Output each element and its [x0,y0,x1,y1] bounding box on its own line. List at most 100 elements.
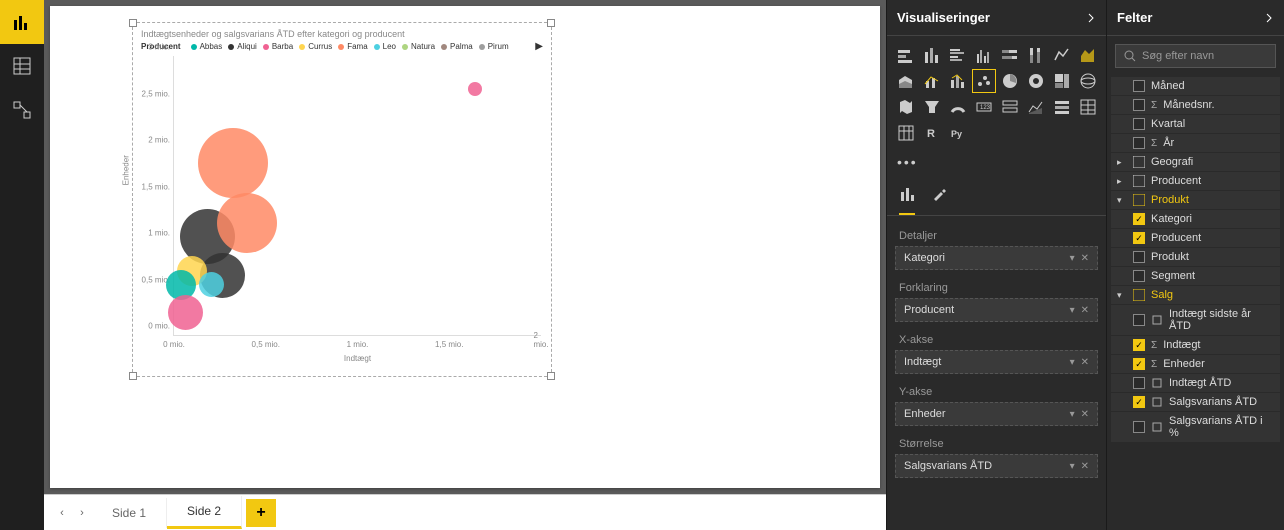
viz-kpi-icon[interactable] [1025,96,1047,118]
legend-scroll-right-icon[interactable]: ▶ [535,41,543,52]
data-bubble[interactable] [468,82,482,96]
viz-area-icon[interactable] [1077,44,1099,66]
format-tab[interactable] [931,186,947,215]
table-geografi[interactable]: ▸Geografi [1111,153,1280,171]
dropdown-icon[interactable]: ▾ [1070,461,1075,472]
page-tab-1[interactable]: Side 1 [92,498,167,528]
x-axis-label: Indtægt [344,354,371,363]
field-produkt-f[interactable]: Produkt [1111,248,1280,266]
data-bubble[interactable] [199,272,224,297]
field-salgsvarians[interactable]: Salgsvarians ÅTD [1111,393,1280,411]
well-size[interactable]: Salgsvarians ÅTD▾✕ [895,454,1098,478]
field-indtaegt-sidste[interactable]: Indtægt sidste år ÅTD [1111,305,1280,335]
remove-icon[interactable]: ✕ [1081,409,1089,420]
well-yaxis[interactable]: Enheder▾✕ [895,402,1098,426]
dropdown-icon[interactable]: ▾ [1070,357,1075,368]
field-kvartal[interactable]: Kvartal [1111,115,1280,133]
svg-text:Py: Py [951,129,962,139]
data-bubble[interactable] [198,128,268,198]
remove-icon[interactable]: ✕ [1081,461,1089,472]
field-salgsvarians-pct[interactable]: Salgsvarians ÅTD i % [1111,412,1280,442]
viz-gauge-icon[interactable] [947,96,969,118]
viz-card-icon[interactable]: 123 [973,96,995,118]
chevron-right-icon [1086,13,1096,23]
viz-combo-icon[interactable] [921,70,943,92]
field-indtaegt[interactable]: ΣIndtægt [1111,336,1280,354]
viz-map-icon[interactable] [1077,70,1099,92]
svg-text:123: 123 [980,105,991,111]
table-salg[interactable]: ▾Salg [1111,286,1280,304]
well-label-size: Størrelse [887,430,1106,454]
fields-search[interactable]: Søg efter navn [1115,44,1276,68]
resize-handle[interactable] [129,19,137,27]
field-maanedsnr[interactable]: ΣMånedsnr. [1111,96,1280,114]
viz-r-icon[interactable]: R [921,122,943,144]
remove-icon[interactable]: ✕ [1081,253,1089,264]
viz-scatter-icon[interactable] [973,70,995,92]
dropdown-icon[interactable]: ▾ [1070,305,1075,316]
well-xaxis[interactable]: Indtægt▾✕ [895,350,1098,374]
data-bubble[interactable] [217,193,277,253]
model-view-button[interactable] [0,88,44,132]
viz-table-icon[interactable] [1077,96,1099,118]
field-segment[interactable]: Segment [1111,267,1280,285]
viz-stacked-column-icon[interactable] [921,44,943,66]
viz-filled-map-icon[interactable] [895,96,917,118]
resize-handle[interactable] [547,372,555,380]
viz-stacked-bar-icon[interactable] [895,44,917,66]
field-wells: Detaljer Kategori▾✕ Forklaring Producent… [887,216,1106,530]
remove-icon[interactable]: ✕ [1081,357,1089,368]
field-aar[interactable]: ΣÅr [1111,134,1280,152]
viz-clustered-bar-icon[interactable] [947,44,969,66]
panel-title: Visualiseringer [897,10,990,25]
dropdown-icon[interactable]: ▾ [1070,253,1075,264]
fields-header[interactable]: Felter [1107,0,1284,36]
viz-stacked-area-icon[interactable] [895,70,917,92]
viz-funnel-icon[interactable] [921,96,943,118]
chart-legend: Producent Abbas Aliqui Barba Currus Fama… [133,41,551,56]
report-view-button[interactable] [0,0,44,44]
chart-title: Indtægtsenheder og salgsvarians ÅTD efte… [133,23,551,41]
table-produkt[interactable]: ▾Produkt [1111,191,1280,209]
viz-ribbon-icon[interactable] [947,70,969,92]
search-placeholder: Søg efter navn [1142,50,1214,62]
field-indtaegt-atd[interactable]: Indtægt ÅTD [1111,374,1280,392]
page-tab-2[interactable]: Side 2 [167,496,242,529]
report-canvas[interactable]: Indtægtsenheder og salgsvarians ÅTD efte… [50,6,880,488]
next-page-icon[interactable]: › [72,507,92,519]
viz-pie-icon[interactable] [999,70,1021,92]
well-details[interactable]: Kategori▾✕ [895,246,1098,270]
canvas-area: Indtægtsenheder og salgsvarians ÅTD efte… [44,0,886,530]
viz-line-icon[interactable] [1051,44,1073,66]
viz-slicer-icon[interactable] [1051,96,1073,118]
viz-matrix-icon[interactable] [895,122,917,144]
field-producent-f[interactable]: Producent [1111,229,1280,247]
fields-tab[interactable] [899,186,915,215]
table-producent[interactable]: ▸Producent [1111,172,1280,190]
viz-gallery: 123 R Py [887,36,1106,152]
viz-multi-card-icon[interactable] [999,96,1021,118]
well-legend[interactable]: Producent▾✕ [895,298,1098,322]
field-maaned[interactable]: Måned [1111,77,1280,95]
chevron-right-icon [1264,13,1274,23]
viz-treemap-icon[interactable] [1051,70,1073,92]
viz-100-bar-icon[interactable] [999,44,1021,66]
field-kategori[interactable]: Kategori [1111,210,1280,228]
field-enheder[interactable]: ΣEnheder [1111,355,1280,373]
dropdown-icon[interactable]: ▾ [1070,409,1075,420]
viz-clustered-column-icon[interactable] [973,44,995,66]
resize-handle[interactable] [547,19,555,27]
viz-donut-icon[interactable] [1025,70,1047,92]
add-page-button[interactable]: + [246,499,276,527]
data-view-button[interactable] [0,44,44,88]
viz-100-column-icon[interactable] [1025,44,1047,66]
resize-handle[interactable] [129,372,137,380]
visualizations-header[interactable]: Visualiseringer [887,0,1106,36]
viz-more-icon[interactable]: ••• [887,152,1106,178]
remove-icon[interactable]: ✕ [1081,305,1089,316]
bubble-chart-visual[interactable]: Indtægtsenheder og salgsvarians ÅTD efte… [132,22,552,377]
prev-page-icon[interactable]: ‹ [52,507,72,519]
viz-py-icon[interactable]: Py [947,122,969,144]
data-bubble[interactable] [168,295,203,330]
chart-plot-area[interactable]: Enheder Indtægt 0 mio. 0,5 mio. 1 mio. 1… [173,56,541,336]
